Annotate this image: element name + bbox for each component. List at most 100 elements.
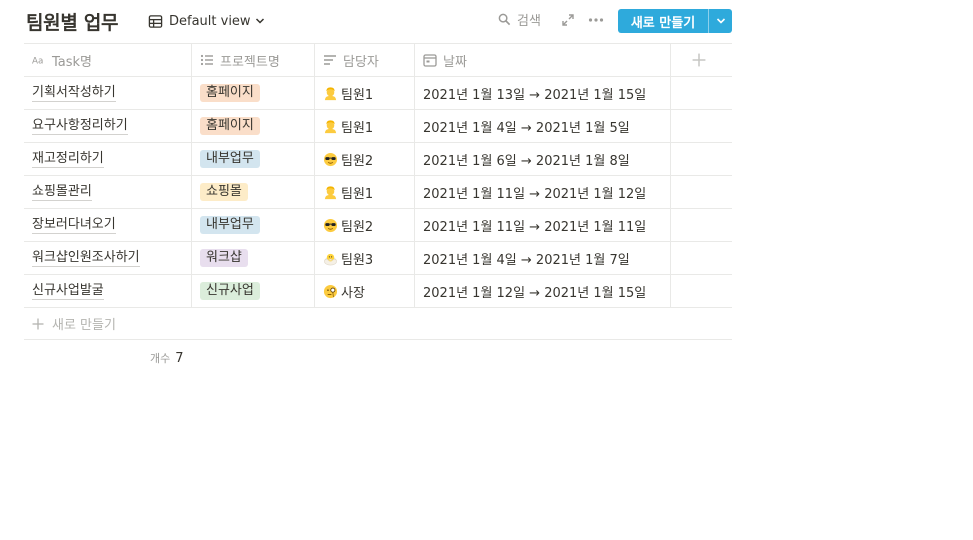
select-icon — [324, 55, 336, 65]
calendar-icon — [423, 54, 437, 67]
owner-name: 팀원1 — [341, 186, 374, 202]
table-row[interactable]: 신규사업발굴 신규사업 사장 2021년 1월 12일 → 2021년 1월 15일 — [24, 275, 732, 308]
count-label: 개수 — [150, 352, 171, 365]
task-name[interactable]: 장보러다녀오기 — [32, 216, 116, 234]
empty-cell — [671, 143, 732, 175]
task-name[interactable]: 재고정리하기 — [32, 150, 104, 168]
column-header-date[interactable]: 날짜 — [415, 44, 671, 76]
project-cell[interactable]: 내부업무 — [192, 143, 315, 175]
owner-option: 사장 — [323, 282, 365, 301]
column-header-owner[interactable]: 담당자 — [315, 44, 415, 76]
owner-option: 팀원3 — [323, 249, 373, 268]
owner-cell[interactable]: 팀원2 — [315, 143, 415, 175]
empty-cell — [671, 209, 732, 241]
chevron-down-icon — [716, 18, 725, 24]
database-table: Aa Task명 프로젝트명 담당자 날짜 기획서작성하기 홈페이지 팀원1 2… — [24, 43, 732, 340]
empty-cell — [671, 110, 732, 142]
task-cell[interactable]: 장보러다녀오기 — [24, 209, 192, 241]
project-cell[interactable]: 워크샵 — [192, 242, 315, 274]
task-name[interactable]: 기획서작성하기 — [32, 84, 116, 102]
column-header-project[interactable]: 프로젝트명 — [192, 44, 315, 76]
owner-name: 팀원1 — [341, 87, 374, 103]
project-tag: 내부업무 — [200, 150, 260, 168]
column-header-task[interactable]: Aa Task명 — [24, 44, 192, 76]
date-cell[interactable]: 2021년 1월 6일 → 2021년 1월 8일 — [415, 143, 671, 175]
project-cell[interactable]: 홈페이지 — [192, 77, 315, 109]
new-button-dropdown[interactable] — [708, 9, 732, 33]
date-cell[interactable]: 2021년 1월 4일 → 2021년 1월 7일 — [415, 242, 671, 274]
task-name[interactable]: 신규사업발굴 — [32, 282, 104, 300]
view-selector[interactable]: Default view — [148, 9, 265, 33]
monocle-face-icon — [323, 284, 338, 298]
search-button[interactable]: 검색 — [498, 10, 541, 29]
date-cell[interactable]: 2021년 1월 12일 → 2021년 1월 15일 — [415, 275, 671, 307]
hatching-chick-icon — [324, 253, 337, 265]
table-row[interactable]: 기획서작성하기 홈페이지 팀원1 2021년 1월 13일 → 2021년 1월 15… — [24, 77, 732, 110]
sunglasses-face-icon — [323, 218, 338, 232]
table-row[interactable]: 쇼핑몰관리 쇼핑몰 팀원1 2021년 1월 11일 → 2021년 1월 12일 — [24, 176, 732, 209]
project-cell[interactable]: 신규사업 — [192, 275, 315, 307]
date-range: 2021년 1월 11일 → 2021년 1월 12일 — [423, 186, 647, 202]
add-column-button[interactable] — [671, 44, 732, 76]
task-cell[interactable]: 요구사항정리하기 — [24, 110, 192, 142]
task-name[interactable]: 요구사항정리하기 — [32, 117, 128, 135]
add-row-button[interactable]: 새로 만들기 — [24, 308, 732, 340]
owner-name: 팀원2 — [341, 153, 374, 169]
new-button-label: 새로 만들기 — [630, 15, 696, 31]
owner-option: 팀원1 — [323, 84, 373, 103]
owner-cell[interactable]: 팀원2 — [315, 209, 415, 241]
task-cell[interactable]: 신규사업발굴 — [24, 275, 192, 307]
count-value: 7 — [175, 351, 184, 366]
owner-option: 팀원2 — [323, 150, 373, 169]
owner-name: 팀원2 — [341, 219, 374, 235]
table-row[interactable]: 요구사항정리하기 홈페이지 팀원1 2021년 1월 4일 → 2021년 1월 5일 — [24, 110, 732, 143]
table-view-icon — [148, 14, 163, 28]
table-header-row: Aa Task명 프로젝트명 담당자 날짜 — [24, 44, 732, 77]
table-row[interactable]: 워크샵인원조사하기 워크샵 팀원3 2021년 1월 4일 → 2021년 1월 7일 — [24, 242, 732, 275]
project-tag: 홈페이지 — [200, 117, 260, 135]
project-tag: 홈페이지 — [200, 84, 260, 102]
task-name[interactable]: 쇼핑몰관리 — [32, 183, 92, 201]
page-title: 팀원별 업무 — [26, 12, 119, 34]
owner-cell[interactable]: 팀원3 — [315, 242, 415, 274]
expand-icon[interactable] — [562, 14, 574, 26]
owner-name: 사장 — [341, 285, 365, 301]
chevron-down-icon — [255, 18, 264, 24]
date-cell[interactable]: 2021년 1월 11일 → 2021년 1월 12일 — [415, 176, 671, 208]
table-row[interactable]: 장보러다녀오기 내부업무 팀원2 2021년 1월 11일 → 2021년 1월 11… — [24, 209, 732, 242]
list-icon — [200, 54, 213, 66]
owner-cell[interactable]: 팀원1 — [315, 110, 415, 142]
more-icon[interactable] — [588, 13, 604, 27]
owner-cell[interactable]: 사장 — [315, 275, 415, 307]
project-tag: 내부업무 — [200, 216, 260, 234]
project-cell[interactable]: 홈페이지 — [192, 110, 315, 142]
project-tag: 쇼핑몰 — [200, 183, 248, 201]
date-range: 2021년 1월 4일 → 2021년 1월 7일 — [423, 252, 630, 268]
owner-option: 팀원1 — [323, 117, 373, 136]
date-cell[interactable]: 2021년 1월 13일 → 2021년 1월 15일 — [415, 77, 671, 109]
task-cell[interactable]: 쇼핑몰관리 — [24, 176, 192, 208]
date-range: 2021년 1월 11일 → 2021년 1월 11일 — [423, 219, 647, 235]
plus-icon — [692, 53, 705, 67]
project-tag: 신규사업 — [200, 282, 260, 300]
table-row[interactable]: 재고정리하기 내부업무 팀원2 2021년 1월 6일 → 2021년 1월 8일 — [24, 143, 732, 176]
row-count: 개수 7 — [150, 350, 184, 366]
plus-icon — [32, 318, 44, 329]
person-yellow-icon — [324, 185, 337, 199]
task-cell[interactable]: 기획서작성하기 — [24, 77, 192, 109]
owner-cell[interactable]: 팀원1 — [315, 77, 415, 109]
owner-name: 팀원1 — [341, 120, 374, 136]
date-cell[interactable]: 2021년 1월 4일 → 2021년 1월 5일 — [415, 110, 671, 142]
new-button[interactable]: 새로 만들기 — [618, 9, 732, 33]
owner-cell[interactable]: 팀원1 — [315, 176, 415, 208]
column-header-label: 날짜 — [443, 54, 467, 70]
date-cell[interactable]: 2021년 1월 11일 → 2021년 1월 11일 — [415, 209, 671, 241]
project-cell[interactable]: 쇼핑몰 — [192, 176, 315, 208]
task-name[interactable]: 워크샵인원조사하기 — [32, 249, 140, 267]
date-range: 2021년 1월 13일 → 2021년 1월 15일 — [423, 87, 647, 103]
svg-text:Aa: Aa — [32, 57, 43, 67]
task-cell[interactable]: 워크샵인원조사하기 — [24, 242, 192, 274]
project-cell[interactable]: 내부업무 — [192, 209, 315, 241]
task-cell[interactable]: 재고정리하기 — [24, 143, 192, 175]
search-label: 검색 — [517, 14, 541, 29]
